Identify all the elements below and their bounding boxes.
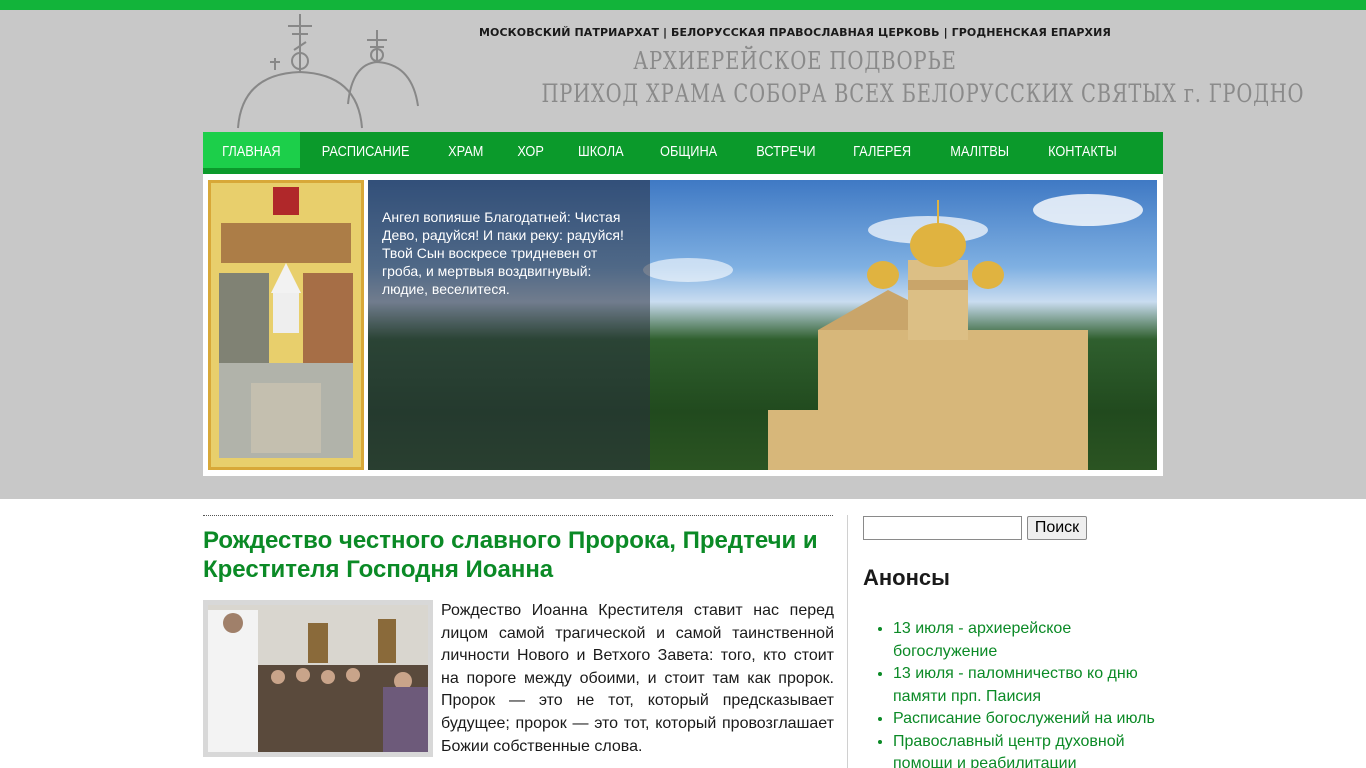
post-excerpt: Рождество Иоанна Крестителя ставит нас п… bbox=[441, 602, 834, 755]
nav-item-meetings[interactable]: ВСТРЕЧИ bbox=[737, 132, 835, 168]
header-supertitle: МОСКОВСКИЙ ПАТРИАРХАТ | БЕЛОРУССКАЯ ПРАВ… bbox=[478, 26, 1111, 39]
search-input[interactable] bbox=[863, 516, 1022, 540]
header-title: АРХИЕРЕЙСКОЕ ПОДВОРЬЕ bbox=[633, 47, 957, 75]
sidebar-divider bbox=[847, 515, 848, 768]
top-accent-strip bbox=[0, 0, 1366, 10]
nav-item-prayers[interactable]: МАЛІТВЫ bbox=[931, 132, 1028, 168]
announcements-title: Анонсы bbox=[863, 565, 950, 590]
list-item[interactable]: 13 июля - архиерейское богослужение bbox=[893, 618, 1173, 663]
list-item[interactable]: 13 июля - паломничество ко дню памяти пр… bbox=[893, 663, 1173, 708]
nav-item-home[interactable]: ГЛАВНАЯ bbox=[203, 132, 300, 168]
content-divider bbox=[203, 515, 833, 516]
slider-caption: Ангел вопияше Благодатней: Чистая Дево, … bbox=[382, 209, 624, 297]
nav-item-contacts[interactable]: КОНТАКТЫ bbox=[1028, 132, 1137, 168]
nav-item-temple[interactable]: ХРАМ bbox=[431, 132, 501, 168]
announcements-list: 13 июля - архиерейское богослужение 13 и… bbox=[893, 618, 1173, 768]
header-subtitle: ПРИХОД ХРАМА СОБОРА ВСЕХ БЕЛОРУССКИХ СВЯ… bbox=[541, 79, 1305, 108]
announcement-link[interactable]: Расписание богослужений на июль bbox=[893, 710, 1155, 727]
nav-item-school[interactable]: ШКОЛА bbox=[560, 132, 642, 168]
nav-item-choir[interactable]: ХОР bbox=[501, 132, 560, 168]
nav-item-schedule[interactable]: РАСПИСАНИЕ bbox=[300, 132, 431, 168]
header-text-block: МОСКОВСКИЙ ПАТРИАРХАТ | БЕЛОРУССКАЯ ПРАВ… bbox=[470, 26, 1305, 108]
church-photo[interactable]: Ангел вопияше Благодатней: Чистая Дево, … bbox=[368, 180, 1157, 470]
announcement-link[interactable]: Православный центр духовной помощи и реа… bbox=[893, 733, 1125, 768]
nav-item-community[interactable]: ОБЩИНА bbox=[641, 132, 736, 168]
slider-caption-box: Ангел вопияше Благодатней: Чистая Дево, … bbox=[368, 180, 650, 470]
main-nav: ГЛАВНАЯ РАСПИСАНИЕ ХРАМ ХОР ШКОЛА ОБЩИНА… bbox=[203, 132, 1163, 174]
nav-item-gallery[interactable]: ГАЛЕРЕЯ bbox=[834, 132, 930, 168]
search-button[interactable]: Поиск bbox=[1027, 516, 1087, 540]
list-item[interactable]: Расписание богослужений на июль bbox=[893, 708, 1173, 731]
saints-icon-image[interactable] bbox=[208, 180, 364, 470]
post-title-link[interactable]: Рождество честного славного Пророка, Пре… bbox=[203, 526, 843, 584]
church-domes-logo[interactable] bbox=[230, 12, 425, 130]
post-thumbnail[interactable] bbox=[203, 600, 433, 757]
announcement-link[interactable]: 13 июля - архиерейское богослужение bbox=[893, 620, 1071, 660]
list-item[interactable]: Православный центр духовной помощи и реа… bbox=[893, 731, 1173, 768]
announcement-link[interactable]: 13 июля - паломничество ко дню памяти пр… bbox=[893, 665, 1138, 705]
header-slider: Ангел вопияше Благодатней: Чистая Дево, … bbox=[203, 174, 1163, 476]
